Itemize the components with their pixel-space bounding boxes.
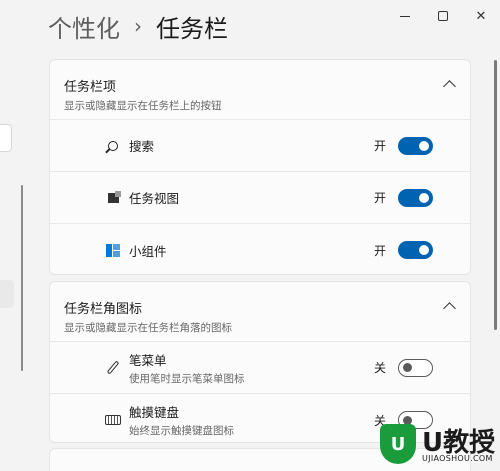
page-title: 任务栏: [156, 14, 228, 43]
sidebar-scrollbar[interactable]: [21, 185, 23, 371]
corner-icons-header[interactable]: 任务栏角图标 显示或隐藏显示在任务栏角落的图标: [50, 282, 470, 342]
toggle-state-label: 关: [374, 361, 387, 375]
watermark: U U教授 UJIAOSHOU.COM: [376, 416, 500, 471]
watermark-logo: U: [380, 424, 416, 464]
section-subtitle: 显示或隐藏显示在任务栏角落的图标: [64, 322, 232, 334]
keyboard-icon: [105, 412, 121, 428]
search-icon: [105, 138, 121, 154]
toggle-state-label: 开: [374, 191, 387, 205]
section-subtitle: 显示或隐藏显示在任务栏上的按钮: [64, 100, 222, 112]
taskbar-items-header[interactable]: 任务栏项 显示或隐藏显示在任务栏上的按钮: [50, 60, 470, 120]
pen-menu-toggle[interactable]: [398, 358, 433, 377]
breadcrumb: 个性化 › 任务栏: [48, 8, 228, 44]
close-button[interactable]: ✕: [462, 0, 500, 32]
section-title: 任务栏角图标: [64, 302, 143, 317]
task-view-icon: [105, 190, 121, 206]
setting-description: 始终显示触摸键盘图标: [129, 425, 234, 437]
setting-row-pen-menu: 笔菜单 使用笔时显示笔菜单图标 关: [50, 342, 470, 394]
window-controls: ✕: [386, 0, 500, 32]
setting-label: 搜索: [129, 139, 155, 154]
toggle-state-label: 开: [374, 243, 387, 258]
search-toggle[interactable]: [398, 136, 433, 155]
setting-row-task-view: 任务视图 开: [50, 172, 470, 224]
taskbar-items-card: 任务栏项 显示或隐藏显示在任务栏上的按钮 搜索 开 任务视图 开 小组件 开: [49, 59, 471, 275]
setting-label: 笔菜单: [129, 352, 167, 368]
task-view-toggle[interactable]: [398, 188, 433, 207]
minimize-icon: [400, 15, 410, 17]
close-icon: ✕: [475, 8, 487, 24]
sidebar-search-box[interactable]: [0, 124, 12, 152]
maximize-icon: [438, 11, 448, 21]
breadcrumb-parent[interactable]: 个性化: [48, 9, 120, 44]
setting-row-widgets: 小组件 开: [50, 224, 470, 274]
section-title: 任务栏项: [64, 80, 117, 95]
widgets-toggle[interactable]: [398, 241, 433, 259]
watermark-url: UJIAOSHOU.COM: [422, 454, 493, 463]
sidebar-item-selected[interactable]: [0, 280, 14, 308]
setting-label: 触摸键盘: [129, 405, 180, 420]
main-scrollbar[interactable]: [494, 60, 497, 330]
maximize-button[interactable]: [424, 0, 462, 32]
setting-label: 任务视图: [129, 191, 180, 206]
widgets-icon: [105, 242, 121, 258]
setting-label: 小组件: [129, 243, 167, 259]
setting-row-search: 搜索 开: [50, 120, 470, 172]
pen-icon: [105, 360, 121, 376]
toggle-state-label: 开: [374, 139, 387, 153]
breadcrumb-separator: ›: [134, 14, 142, 38]
minimize-button[interactable]: [386, 0, 424, 32]
sidebar: [0, 0, 40, 471]
setting-description: 使用笔时显示笔菜单图标: [129, 372, 245, 385]
